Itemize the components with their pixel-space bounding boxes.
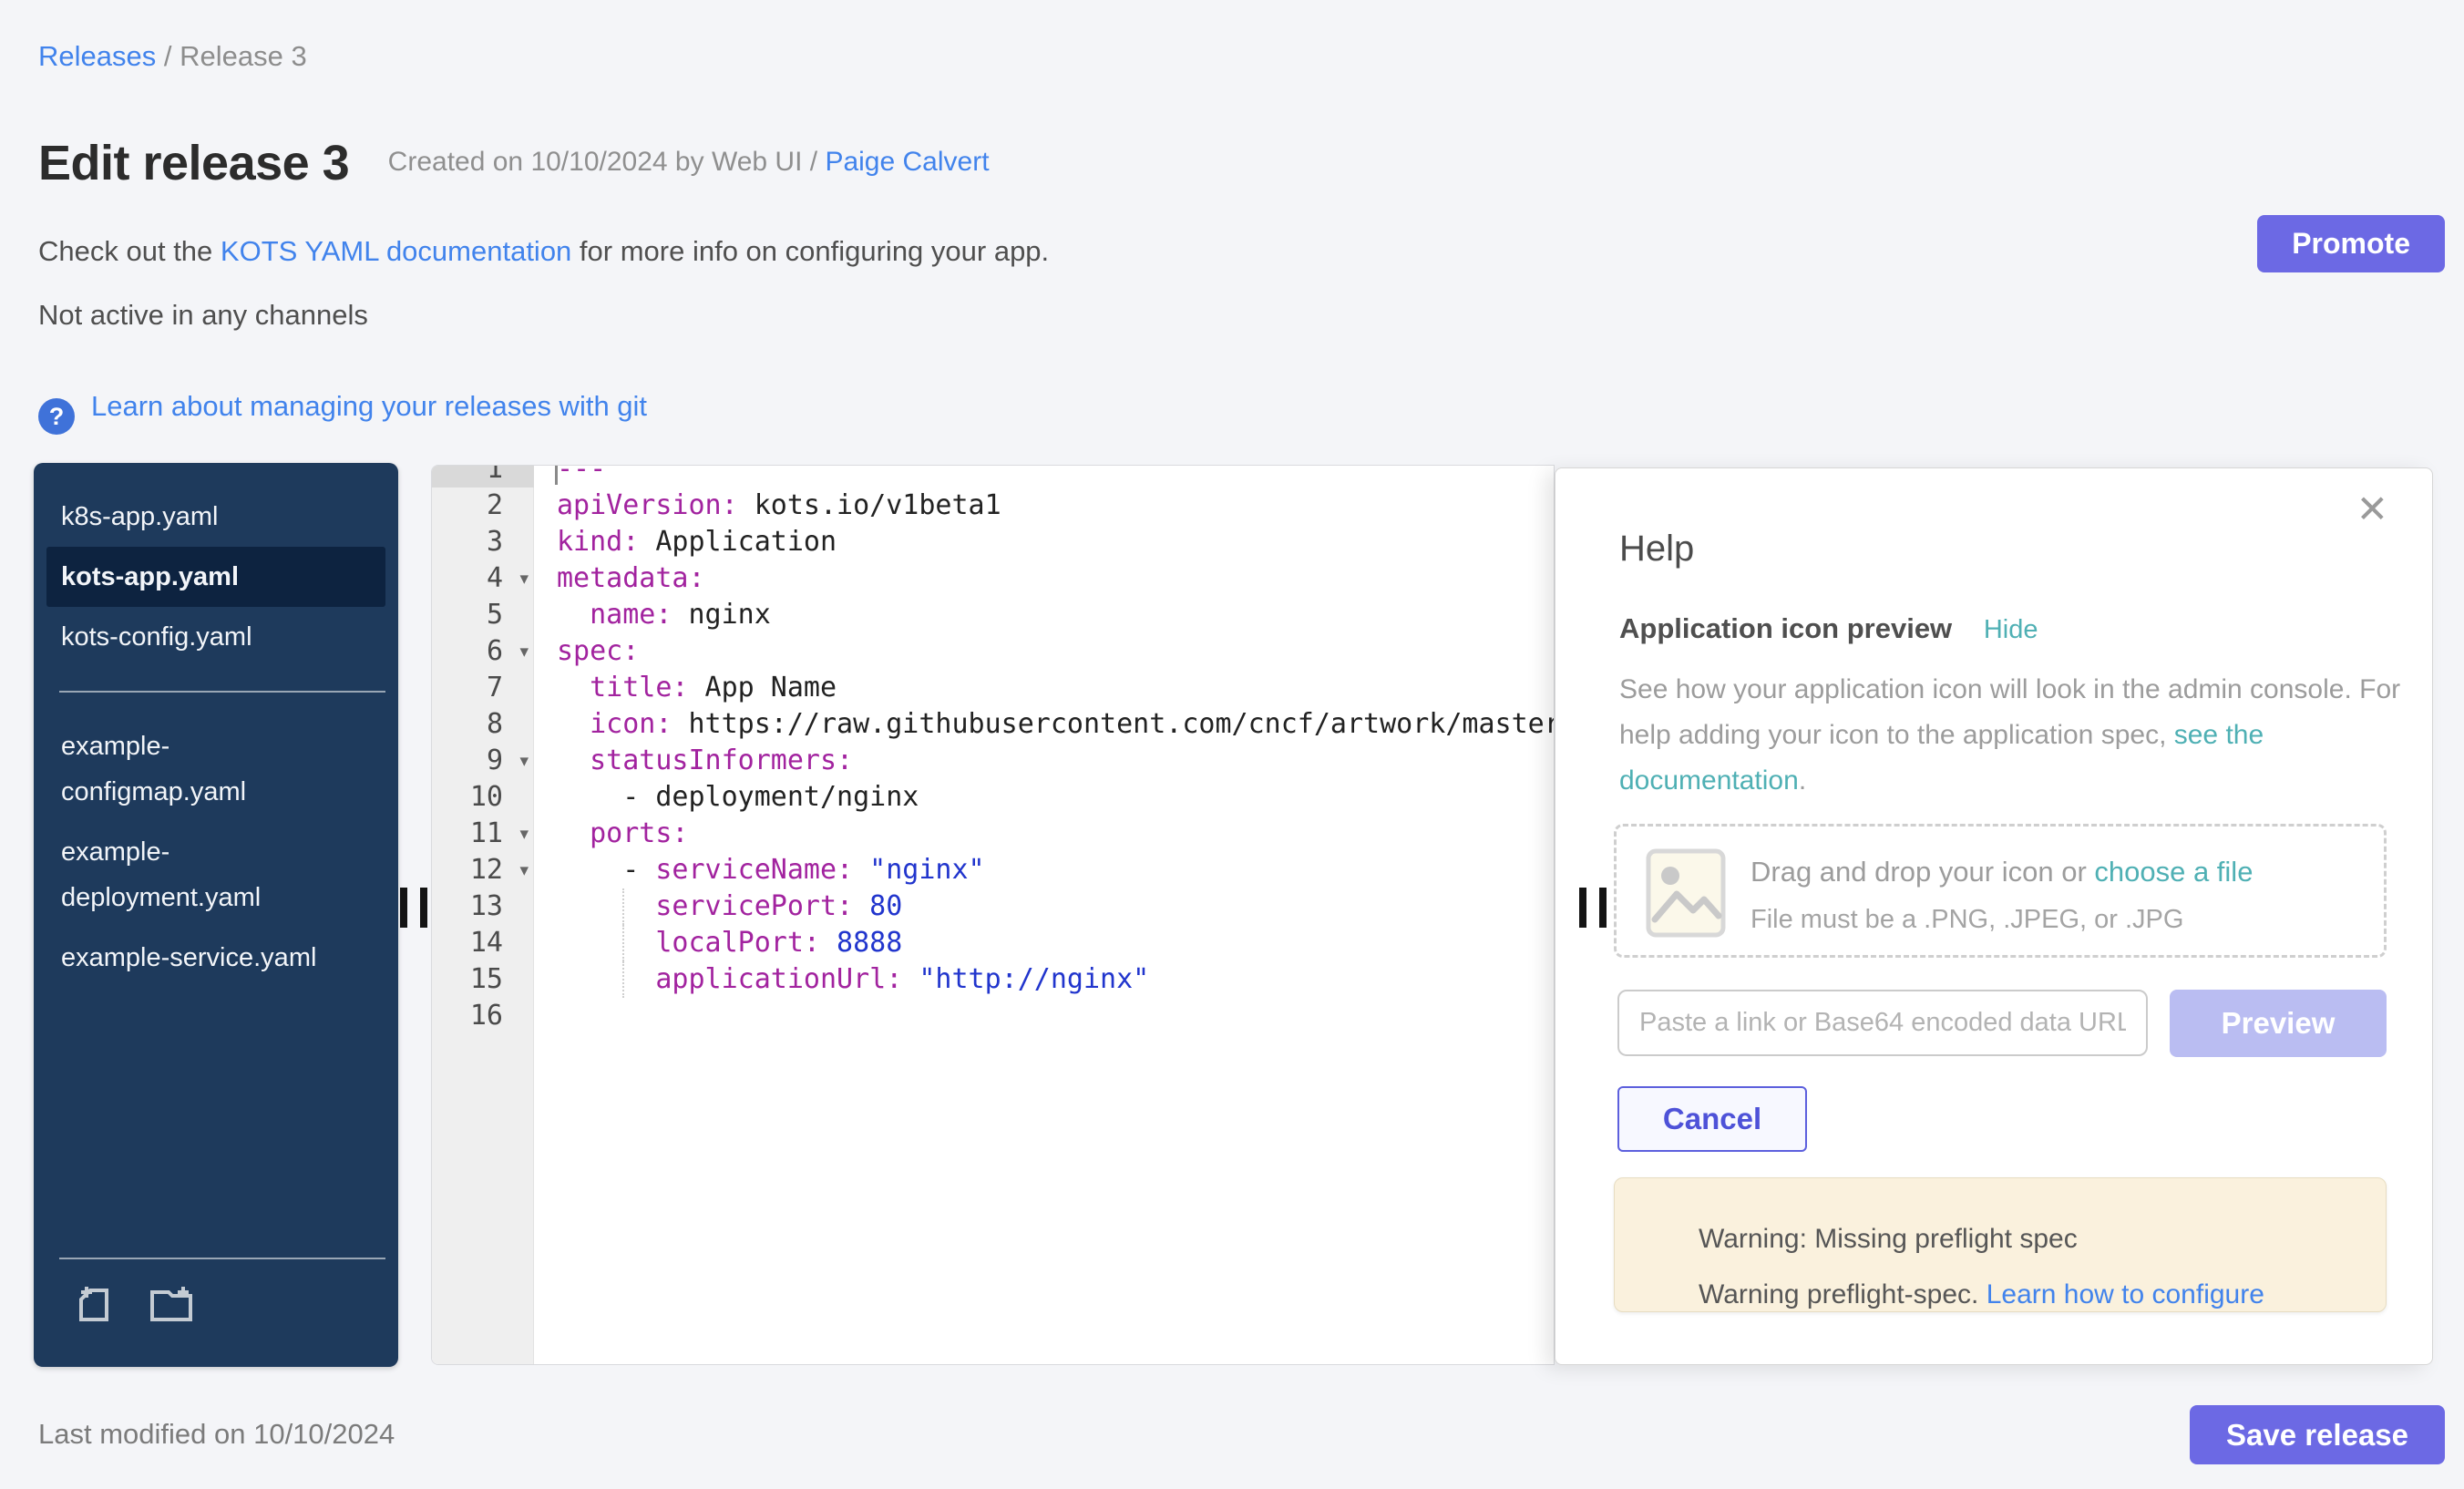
- warning-title: Warning: Missing preflight spec: [1699, 1224, 2078, 1255]
- warning-icon: [1640, 1218, 1682, 1257]
- code-line-15[interactable]: applicationUrl: "http://nginx": [534, 961, 1554, 998]
- file-item-kots-config.yaml[interactable]: kots-config.yaml: [46, 607, 385, 667]
- code-line-9[interactable]: statusInformers:: [534, 743, 1554, 779]
- code-line-14[interactable]: localPort: 8888: [534, 925, 1554, 961]
- line-number-4[interactable]: 4▾: [432, 560, 534, 597]
- breadcrumb-current: Release 3: [180, 40, 307, 72]
- learn-how-to-configure-link[interactable]: Learn how to configure: [1987, 1279, 2264, 1309]
- breadcrumb-releases-link[interactable]: Releases: [38, 40, 156, 72]
- new-file-button[interactable]: [74, 1283, 118, 1327]
- icon-preview-description: See how your application icon will look …: [1619, 667, 2425, 804]
- preflight-warning-box: Warning: Missing preflight spec Warning …: [1614, 1177, 2387, 1312]
- warning-detail: Warning preflight-spec. Learn how to con…: [1699, 1279, 2264, 1310]
- line-number-5: 5: [432, 597, 534, 633]
- git-learn-link[interactable]: Learn about managing your releases with …: [91, 390, 647, 422]
- line-number-1: 1: [432, 465, 534, 488]
- new-folder-button[interactable]: [147, 1283, 198, 1327]
- line-number-15: 15: [432, 961, 534, 998]
- line-number-14: 14: [432, 925, 534, 961]
- breadcrumb: Releases / Release 3: [38, 40, 307, 73]
- preview-button[interactable]: Preview: [2170, 990, 2387, 1057]
- sidebar-footer: [34, 1258, 398, 1367]
- file-item-k8s-app.yaml[interactable]: k8s-app.yaml: [46, 487, 385, 547]
- code-line-3[interactable]: kind: Application: [534, 524, 1554, 560]
- yaml-editor[interactable]: 1234▾56▾789▾1011▾12▾13141516 ---apiVersi…: [431, 465, 1555, 1365]
- icon-dropzone[interactable]: Drag and drop your icon or choose a file…: [1614, 824, 2387, 958]
- help-panel-title: Help: [1619, 529, 1694, 570]
- channel-status: Not active in any channels: [38, 299, 368, 332]
- choose-file-link[interactable]: choose a file: [2094, 856, 2253, 888]
- help-circle-icon: ?: [38, 398, 75, 435]
- code-line-10[interactable]: - deployment/nginx: [534, 779, 1554, 816]
- sidebar-group-divider: [59, 691, 385, 693]
- cancel-button[interactable]: Cancel: [1617, 1086, 1807, 1152]
- breadcrumb-separator: /: [156, 40, 180, 72]
- git-help-row: ?Learn about managing your releases with…: [38, 386, 647, 426]
- editor-code: ---apiVersion: kots.io/v1beta1kind: Appl…: [534, 465, 1554, 1034]
- file-item-kots-app.yaml[interactable]: kots-app.yaml: [46, 547, 385, 607]
- line-number-10: 10: [432, 779, 534, 816]
- hide-link[interactable]: Hide: [1984, 615, 2038, 644]
- dropzone-text: Drag and drop your icon or choose a file: [1750, 856, 2253, 888]
- help-panel-resize-handle[interactable]: [1577, 888, 1616, 928]
- promote-button[interactable]: Promote: [2257, 215, 2445, 272]
- dropzone-hint: File must be a .PNG, .JPEG, or .JPG: [1750, 905, 2183, 935]
- editor-gutter: 1234▾56▾789▾1011▾12▾13141516: [432, 465, 534, 1034]
- code-line-13[interactable]: servicePort: 80: [534, 888, 1554, 925]
- code-line-4[interactable]: metadata:: [534, 560, 1554, 597]
- sidebar-footer-divider: [59, 1258, 385, 1259]
- line-number-3: 3: [432, 524, 534, 560]
- code-line-11[interactable]: ports:: [534, 816, 1554, 852]
- text-cursor: [555, 465, 558, 485]
- last-modified-text: Last modified on 10/10/2024: [38, 1418, 395, 1451]
- code-line-12[interactable]: - serviceName: "nginx": [534, 852, 1554, 888]
- doc-info-line: Check out the KOTS YAML documentation fo…: [38, 235, 1049, 268]
- line-number-12[interactable]: 12▾: [432, 852, 534, 888]
- file-sidebar: k8s-app.yamlkots-app.yamlkots-config.yam…: [34, 463, 398, 1367]
- help-panel: ✕ Help Application icon preview Hide See…: [1555, 467, 2433, 1365]
- line-number-8: 8: [432, 706, 534, 743]
- image-placeholder-icon: [1646, 848, 1726, 938]
- sidebar-resize-handle[interactable]: [398, 888, 436, 928]
- line-number-2: 2: [432, 488, 534, 524]
- line-number-7: 7: [432, 670, 534, 706]
- file-item-example-service.yaml[interactable]: example-service.yaml: [46, 928, 385, 988]
- file-list: k8s-app.yamlkots-app.yamlkots-config.yam…: [34, 487, 398, 988]
- save-release-button[interactable]: Save release: [2190, 1405, 2445, 1464]
- file-plus-icon: [74, 1283, 118, 1327]
- icon-url-input[interactable]: [1617, 990, 2148, 1056]
- line-number-6[interactable]: 6▾: [432, 633, 534, 670]
- code-line-6[interactable]: spec:: [534, 633, 1554, 670]
- code-line-7[interactable]: title: App Name: [534, 670, 1554, 706]
- kots-yaml-doc-link[interactable]: KOTS YAML documentation: [221, 235, 571, 267]
- file-item-example-configmap.yaml[interactable]: example-configmap.yaml: [46, 716, 385, 822]
- code-line-5[interactable]: name: nginx: [534, 597, 1554, 633]
- line-number-9[interactable]: 9▾: [432, 743, 534, 779]
- page-title: Edit release 3: [38, 135, 349, 191]
- author-link[interactable]: Paige Calvert: [825, 147, 989, 177]
- code-line-1[interactable]: ---: [534, 465, 1554, 488]
- folder-plus-icon: [147, 1283, 198, 1327]
- icon-preview-section-title: Application icon preview: [1619, 612, 1952, 644]
- close-icon[interactable]: ✕: [2356, 490, 2388, 529]
- code-line-2[interactable]: apiVersion: kots.io/v1beta1: [534, 488, 1554, 524]
- line-number-16: 16: [432, 998, 534, 1034]
- line-number-13: 13: [432, 888, 534, 925]
- file-item-example-deployment.yaml[interactable]: example-deployment.yaml: [46, 822, 385, 928]
- code-line-16[interactable]: [534, 998, 1554, 1034]
- line-number-11[interactable]: 11▾: [432, 816, 534, 852]
- code-line-8[interactable]: icon: https://raw.githubusercontent.com/…: [534, 706, 1554, 743]
- created-info: Created on 10/10/2024 by Web UI / Paige …: [388, 147, 990, 178]
